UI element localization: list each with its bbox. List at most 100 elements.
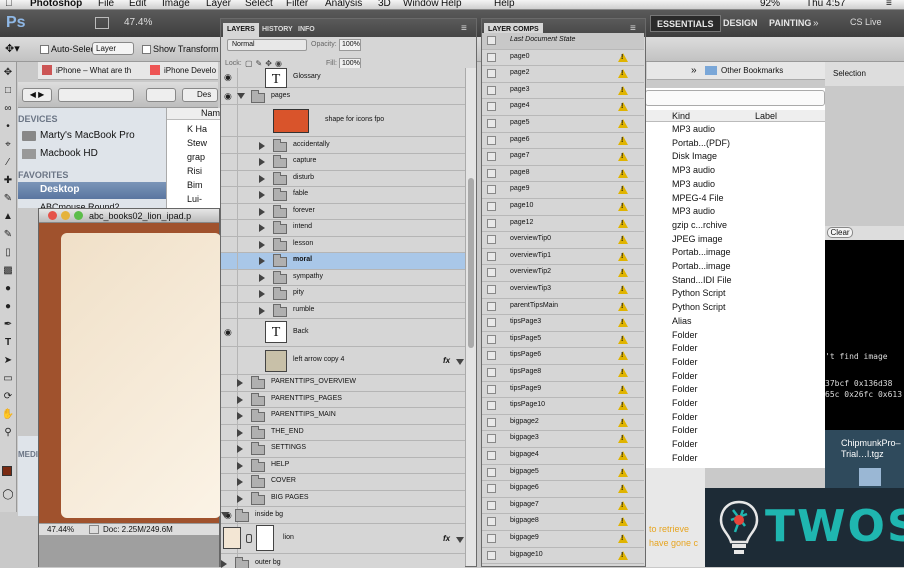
comp-row[interactable]: tipsPage3 [482,315,644,332]
warning-icon[interactable] [618,135,628,145]
kind-cell[interactable]: Disk Image [672,151,717,161]
comp-row[interactable]: page6 [482,133,644,150]
kind-cell[interactable]: Folder [672,398,698,408]
menu-view[interactable]: Window [403,0,439,9]
3d-rotate-icon[interactable]: ⟳ [1,390,15,404]
visibility-toggle[interactable] [221,220,238,236]
apply-comp-checkbox[interactable] [487,434,496,444]
apply-comp-checkbox[interactable] [487,52,496,62]
move-tool-icon[interactable]: ✥ [1,66,15,80]
apply-comp-checkbox[interactable] [487,384,496,394]
retrieve-link[interactable]: to retrieve [649,524,689,534]
comp-row[interactable]: bigpage2 [482,415,644,432]
warning-icon[interactable] [618,401,628,411]
apply-comp-checkbox[interactable] [487,185,496,195]
apply-comp-checkbox[interactable] [487,534,496,543]
expand-right-icon[interactable] [259,224,265,233]
layer-row[interactable]: COVER [221,474,465,491]
kind-cell[interactable]: JPEG image [672,234,723,244]
kind-cell[interactable]: Alias [672,316,692,326]
apply-comp-checkbox[interactable] [487,318,496,328]
warning-icon[interactable] [618,119,628,128]
sidebar-item-macbook-pro[interactable]: Marty's MacBook Pro [40,130,135,141]
stamp-tool-icon[interactable]: ▲ [1,210,15,224]
visibility-toggle[interactable]: ◉ [221,68,238,87]
expand-right-icon[interactable] [259,174,265,183]
effects-toggle-icon[interactable] [456,359,464,365]
layer-row[interactable]: ◉ T Glossary [221,68,465,88]
layer-row[interactable]: ◉ pages [221,88,465,105]
visibility-toggle[interactable] [221,105,238,136]
bookmark-iphone-develo[interactable]: iPhone Develo [164,66,216,75]
warning-icon[interactable] [618,484,628,494]
kind-cell[interactable]: Folder [672,371,698,381]
more-bookmarks-icon[interactable]: » [691,65,697,76]
file-row-4[interactable]: Bim [187,180,203,190]
layer-row[interactable]: ◉ inside bg [221,507,465,524]
comp-row[interactable]: tipsPage5 [482,332,644,349]
comp-row[interactable]: bigpage6 [482,481,644,498]
warning-icon[interactable] [618,467,628,477]
zoom-level[interactable]: 47.4% [124,17,152,28]
layer-row[interactable]: rumble [221,302,465,319]
visibility-toggle[interactable] [221,457,238,473]
path-popup[interactable]: Des [182,88,218,102]
clock[interactable]: Thu 4:57 [806,0,845,9]
comp-row[interactable]: Last Document State [482,33,644,50]
comp-row[interactable]: page7 [482,149,644,166]
apply-comp-checkbox[interactable] [487,334,496,344]
apply-comp-checkbox[interactable] [487,119,496,128]
dodge-tool-icon[interactable]: ● [1,300,15,314]
comp-row[interactable]: tipsPage9 [482,382,644,399]
warning-icon[interactable] [618,69,628,79]
healing-tool-icon[interactable]: ✚ [1,174,15,188]
close-icon[interactable] [48,211,57,220]
expand-down-icon[interactable] [237,92,245,99]
tab-history[interactable]: HISTORY [258,23,297,37]
warning-icon[interactable] [618,251,628,261]
apply-comp-checkbox[interactable] [487,218,496,228]
kind-cell[interactable]: MP3 audio [672,206,715,216]
expand-right-icon[interactable] [259,257,265,266]
history-brush-icon[interactable]: ✎ [1,228,15,242]
expand-right-icon[interactable] [259,273,265,282]
layer-row[interactable]: HELP [221,457,465,474]
comp-row[interactable]: overviewTip1 [482,249,644,266]
apply-comp-checkbox[interactable] [487,135,496,145]
warning-icon[interactable] [618,434,628,444]
path-select-icon[interactable]: ➤ [1,354,15,368]
layers-scrollbar[interactable] [465,68,476,566]
expand-right-icon[interactable] [237,395,243,404]
comp-row[interactable]: page8 [482,166,644,183]
file-row-0[interactable]: K Ha [187,124,207,134]
kind-cell[interactable]: MP3 audio [672,165,715,175]
warning-icon[interactable] [618,451,628,460]
crop-tool-icon[interactable]: ⌖ [1,138,15,152]
comp-row[interactable]: page2 [482,66,644,83]
expand-right-icon[interactable] [237,445,243,454]
warning-icon[interactable] [618,550,628,560]
warning-icon[interactable] [618,351,628,361]
kind-cell[interactable]: Stand...IDI File [672,275,732,285]
eyedropper-tool-icon[interactable]: ⁄ [1,156,15,170]
apply-comp-checkbox[interactable] [487,517,496,527]
col-label-header[interactable]: Label [755,111,777,121]
kind-cell[interactable]: Folder [672,330,698,340]
comp-row[interactable]: overviewTip0 [482,232,644,249]
hand-tool-icon[interactable]: ✋ [1,408,15,422]
warning-icon[interactable] [618,534,628,543]
document-zoom[interactable]: 47.44% [47,525,74,534]
layer-row[interactable]: PARENTTIPS_PAGES [221,391,465,408]
expand-right-icon[interactable] [237,494,243,503]
tab-layers[interactable]: LAYERS [223,23,259,37]
visibility-toggle[interactable] [221,391,238,407]
visibility-toggle[interactable] [221,137,238,153]
grid-icon[interactable] [95,17,109,29]
layer-row[interactable]: PARENTTIPS_OVERVIEW [221,375,465,392]
apply-comp-checkbox[interactable] [487,417,496,427]
layer-row[interactable]: BIG PAGES [221,490,465,507]
apply-comp-checkbox[interactable] [487,168,496,178]
layer-row[interactable]: shape for icons fpo [221,105,465,137]
apply-comp-checkbox[interactable] [487,550,496,560]
warning-icon[interactable] [618,500,628,510]
